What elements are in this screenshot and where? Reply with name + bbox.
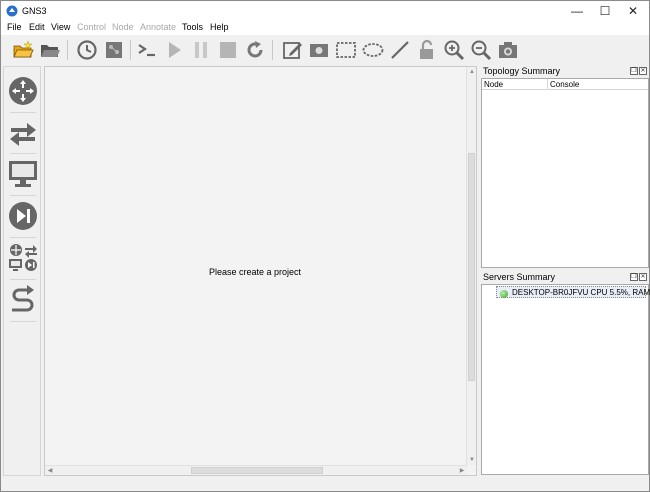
servers-summary-title: Servers Summary — [483, 272, 556, 282]
switches-icon[interactable] — [7, 117, 39, 149]
window-title: GNS3 — [22, 6, 47, 16]
snapshot-clock-icon[interactable] — [75, 38, 99, 62]
console-all-icon[interactable] — [135, 38, 159, 62]
canvas-vertical-scrollbar[interactable]: ▲ ▼ — [466, 67, 476, 465]
add-note-icon[interactable] — [280, 38, 304, 62]
open-project-icon[interactable] — [38, 38, 62, 62]
zoom-in-icon[interactable] — [442, 38, 466, 62]
gns3-window: GNS3 — ☐ ✕ File Edit View Control Node A… — [0, 0, 650, 492]
column-header-node[interactable]: Node — [482, 79, 548, 90]
device-separator — [10, 153, 36, 154]
menu-tools[interactable]: Tools — [182, 22, 203, 32]
routers-icon[interactable] — [7, 75, 39, 107]
lock-icon[interactable] — [415, 38, 439, 62]
menu-control[interactable]: Control — [77, 22, 106, 32]
servers-summary-dock: Servers Summary ❐ ✕ DESKTOP-BR0JFVU CPU … — [481, 272, 650, 475]
stop-all-icon[interactable] — [216, 38, 240, 62]
device-toolbar — [3, 66, 41, 476]
menu-file[interactable]: File — [7, 22, 22, 32]
scroll-right-arrow-icon[interactable]: ▶ — [457, 466, 467, 476]
close-button[interactable]: ✕ — [619, 1, 647, 21]
dock-float-icon[interactable]: ❐ — [630, 273, 638, 281]
servers-summary-list[interactable]: DESKTOP-BR0JFVU CPU 5.5%, RAM 7... — [481, 284, 650, 475]
dock-float-icon[interactable]: ❐ — [630, 67, 638, 75]
all-devices-icon[interactable] — [7, 242, 39, 274]
toolbar-separator — [67, 40, 68, 60]
topology-summary-list[interactable]: Node Console — [481, 78, 649, 268]
workspace-canvas[interactable]: Please create a project ▲ ▼ ◀ ▶ — [44, 66, 477, 476]
main-toolbar — [1, 36, 649, 63]
reload-all-icon[interactable] — [243, 38, 267, 62]
scroll-up-arrow-icon[interactable]: ▲ — [467, 67, 477, 77]
status-bar — [1, 479, 649, 491]
add-link-icon[interactable] — [7, 284, 39, 316]
device-separator — [10, 237, 36, 238]
canvas-horizontal-scrollbar[interactable]: ◀ ▶ — [45, 465, 467, 475]
menu-help[interactable]: Help — [210, 22, 229, 32]
menu-view[interactable]: View — [51, 22, 70, 32]
topology-summary-dock: Topology Summary ❐ ✕ Node Console — [481, 66, 649, 268]
start-all-icon[interactable] — [162, 38, 186, 62]
toolbar-separator — [272, 40, 273, 60]
toolbar-separator — [130, 40, 131, 60]
minimize-button[interactable]: — — [563, 1, 591, 21]
topology-table-header: Node Console — [482, 79, 648, 90]
draw-rectangle-icon[interactable] — [334, 38, 358, 62]
menu-annotate[interactable]: Annotate — [140, 22, 176, 32]
security-devices-icon[interactable] — [7, 200, 39, 232]
dock-close-icon[interactable]: ✕ — [639, 273, 647, 281]
scroll-left-arrow-icon[interactable]: ◀ — [45, 466, 55, 476]
end-devices-icon[interactable] — [7, 158, 39, 190]
server-entry-label: DESKTOP-BR0JFVU CPU 5.5%, RAM 7... — [512, 288, 650, 297]
draw-ellipse-icon[interactable] — [361, 38, 385, 62]
column-header-console[interactable]: Console — [548, 79, 648, 90]
draw-line-icon[interactable] — [388, 38, 412, 62]
server-status-icon — [500, 290, 508, 298]
title-bar: GNS3 — ☐ ✕ — [1, 1, 649, 21]
scroll-down-arrow-icon[interactable]: ▼ — [467, 455, 477, 465]
topology-summary-title: Topology Summary — [483, 66, 561, 76]
zoom-out-icon[interactable] — [469, 38, 493, 62]
show-interface-labels-icon[interactable] — [102, 38, 126, 62]
horizontal-scroll-thumb[interactable] — [191, 467, 323, 474]
device-separator — [10, 195, 36, 196]
menu-edit[interactable]: Edit — [29, 22, 45, 32]
menu-bar: File Edit View Control Node Annotate Too… — [1, 21, 649, 35]
list-item[interactable]: DESKTOP-BR0JFVU CPU 5.5%, RAM 7... — [496, 286, 650, 298]
maximize-button[interactable]: ☐ — [591, 1, 619, 21]
device-separator — [10, 279, 36, 280]
insert-image-icon[interactable] — [307, 38, 331, 62]
device-separator — [10, 112, 36, 113]
dock-close-icon[interactable]: ✕ — [639, 67, 647, 75]
vertical-scroll-thumb[interactable] — [468, 153, 475, 381]
suspend-all-icon[interactable] — [189, 38, 213, 62]
gns3-logo-icon — [6, 5, 18, 17]
new-project-icon[interactable] — [11, 38, 35, 62]
device-separator — [10, 321, 36, 322]
empty-canvas-message: Please create a project — [208, 267, 302, 277]
menu-node[interactable]: Node — [112, 22, 134, 32]
screenshot-camera-icon[interactable] — [496, 38, 520, 62]
